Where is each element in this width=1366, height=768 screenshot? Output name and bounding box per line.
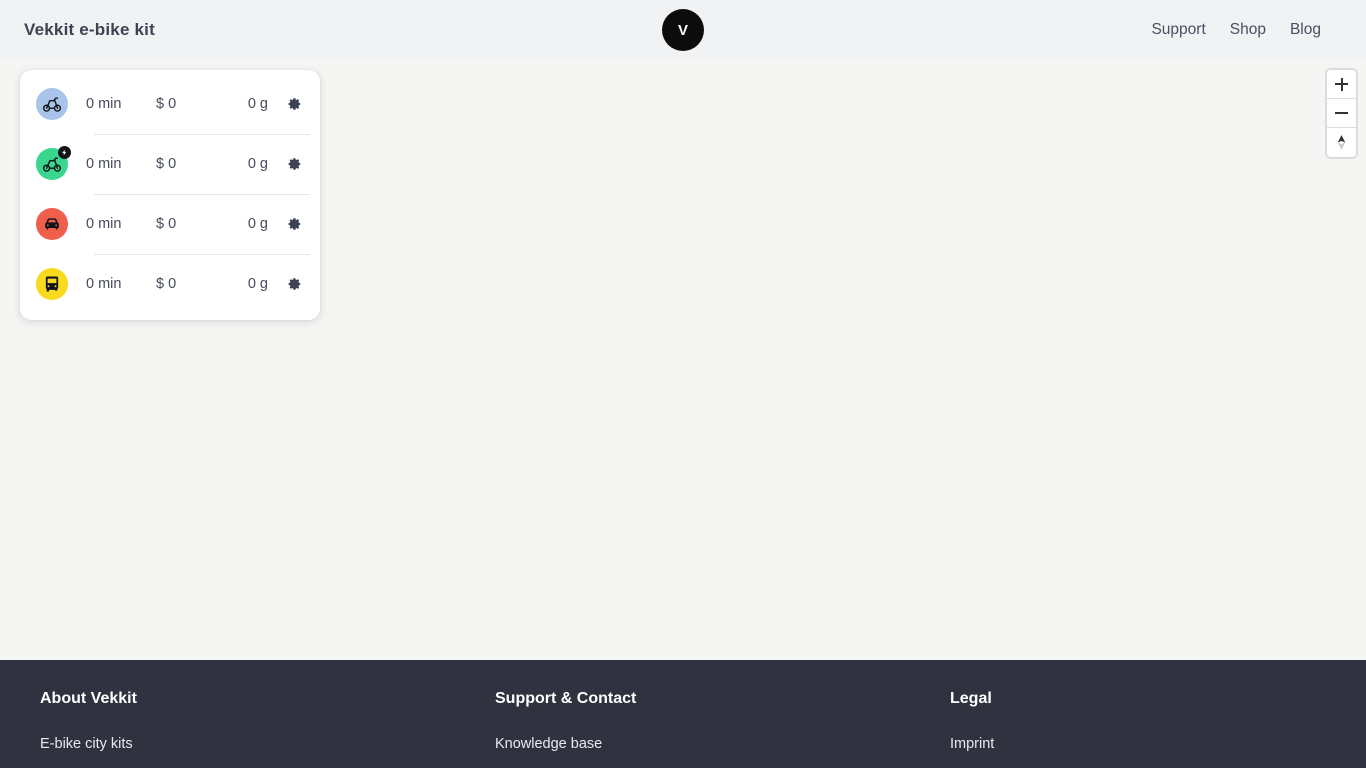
duration-value: 0 min xyxy=(86,216,122,232)
duration-value: 0 min xyxy=(86,276,122,292)
nav-link-support[interactable]: Support xyxy=(1151,21,1205,39)
app-root: Vekkit e-bike kit V Support Shop Blog 0 … xyxy=(0,0,1366,768)
map-controls xyxy=(1327,70,1356,157)
brand-logo-letter: V xyxy=(677,21,688,39)
nav-link-blog[interactable]: Blog xyxy=(1290,21,1321,39)
footer-column-support: Support & Contact Knowledge base xyxy=(495,690,950,768)
mode-stats: 0 min $ 0 0 g xyxy=(68,96,284,112)
footer-link-knowledge-base[interactable]: Knowledge base xyxy=(495,736,950,752)
table-row[interactable]: 0 min $ 0 0 g xyxy=(20,254,320,314)
footer-heading: About Vekkit xyxy=(40,690,137,707)
gear-icon[interactable] xyxy=(284,213,306,235)
footer-heading: Support & Contact xyxy=(495,690,637,707)
transport-modes-panel: 0 min $ 0 0 g 0 min $ 0 0 g 0 min $ 0 0 … xyxy=(20,70,320,320)
nav-link-shop[interactable]: Shop xyxy=(1230,21,1266,39)
gear-icon[interactable] xyxy=(284,153,306,175)
co2-value: 0 g xyxy=(247,216,268,232)
bicycle-icon xyxy=(36,88,68,120)
compass-needle-glyph xyxy=(1337,135,1346,150)
map-canvas[interactable]: 0 min $ 0 0 g 0 min $ 0 0 g 0 min $ 0 0 … xyxy=(0,60,1366,660)
cost-value: $ 0 xyxy=(156,216,177,232)
brand-logo[interactable]: V xyxy=(662,9,704,51)
plus-glyph xyxy=(1335,77,1348,91)
compass-icon[interactable] xyxy=(1327,128,1356,157)
bus-icon xyxy=(36,268,68,300)
cost-value: $ 0 xyxy=(156,276,177,292)
table-row[interactable]: 0 min $ 0 0 g xyxy=(20,74,320,134)
page-title: Vekkit e-bike kit xyxy=(24,20,155,39)
footer-link-ebike-city-kits[interactable]: E-bike city kits xyxy=(40,736,495,752)
gear-icon[interactable] xyxy=(284,273,306,295)
table-row[interactable]: 0 min $ 0 0 g xyxy=(20,194,320,254)
footer-link-imprint[interactable]: Imprint xyxy=(950,736,1366,752)
duration-value: 0 min xyxy=(86,96,122,112)
electric-bicycle-icon xyxy=(36,146,71,180)
cost-value: $ 0 xyxy=(156,96,177,112)
table-row[interactable]: 0 min $ 0 0 g xyxy=(20,134,320,194)
car-icon xyxy=(36,208,68,240)
co2-value: 0 g xyxy=(247,276,268,292)
zoom-out-icon[interactable] xyxy=(1327,99,1356,128)
lightning-bolt-badge xyxy=(58,146,71,159)
minus-glyph xyxy=(1335,107,1348,120)
footer-column-about: About Vekkit E-bike city kits xyxy=(40,690,495,768)
mode-stats: 0 min $ 0 0 g xyxy=(68,216,284,232)
duration-value: 0 min xyxy=(86,156,122,172)
co2-value: 0 g xyxy=(247,96,268,112)
mode-stats: 0 min $ 0 0 g xyxy=(68,276,284,292)
site-footer: About Vekkit E-bike city kits Support & … xyxy=(0,660,1366,768)
footer-column-legal: Legal Imprint xyxy=(950,690,1366,768)
mode-stats: 0 min $ 0 0 g xyxy=(68,156,284,172)
site-header: Vekkit e-bike kit V Support Shop Blog xyxy=(0,0,1366,60)
gear-icon[interactable] xyxy=(284,93,306,115)
footer-heading: Legal xyxy=(950,690,992,707)
main-navigation: Support Shop Blog xyxy=(1151,21,1321,39)
cost-value: $ 0 xyxy=(156,156,177,172)
zoom-in-icon[interactable] xyxy=(1327,70,1356,99)
co2-value: 0 g xyxy=(247,156,268,172)
